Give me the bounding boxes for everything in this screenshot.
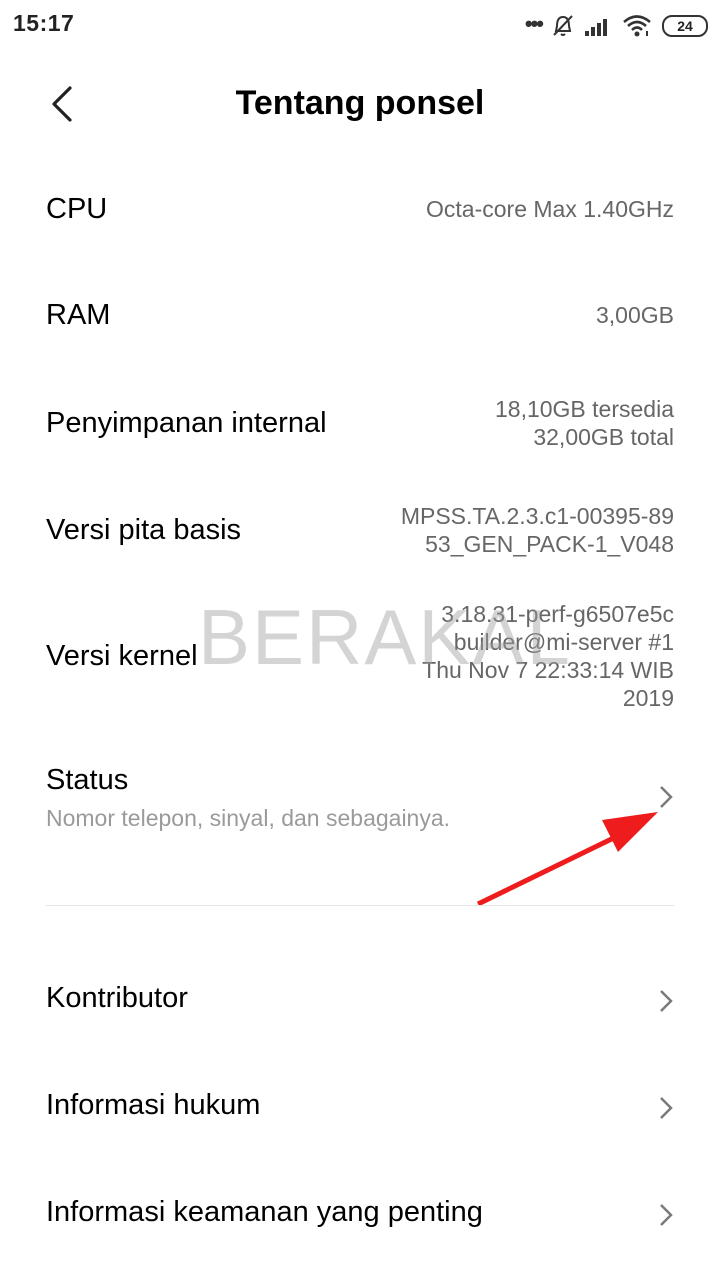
spec-label: Penyimpanan internal [46, 406, 327, 439]
nav-item-informasi-keamanan[interactable]: Informasi keamanan yang penting [46, 1196, 674, 1236]
spec-value-line: Thu Nov 7 22:33:14 WIB [422, 657, 674, 683]
chevron-right-icon [660, 990, 673, 1012]
spec-value-line: MPSS.TA.2.3.c1-00395-89 [400, 503, 674, 529]
status-time: 15:17 [13, 10, 75, 36]
spec-value: Octa-core Max 1.40GHz [426, 195, 674, 223]
chevron-right-icon [660, 1097, 673, 1119]
status-item[interactable]: Status Nomor telepon, sinyal, dan sebaga… [46, 764, 674, 844]
battery-icon: 24 [662, 15, 708, 37]
spec-row-storage: Penyimpanan internal 18,10GB tersedia 32… [46, 394, 674, 452]
spec-value-line: 18,10GB tersedia [494, 396, 674, 422]
page-title: Tentang ponsel [235, 84, 485, 122]
section-divider [46, 905, 674, 906]
spec-value-line: 3,00GB [596, 302, 674, 328]
chevron-right-icon [660, 786, 673, 808]
spec-value-line: 53_GEN_PACK-1_V048 [425, 531, 674, 557]
chevron-right-icon [660, 1204, 673, 1226]
nav-item-label: Informasi keamanan yang penting [46, 1196, 483, 1228]
spec-value-line: builder@mi-server #1 [453, 629, 674, 655]
spec-value-line: Octa-core Max 1.40GHz [426, 196, 674, 222]
spec-value: 18,10GB tersedia 32,00GB total [495, 395, 674, 451]
nav-item-informasi-hukum[interactable]: Informasi hukum [46, 1089, 674, 1129]
spec-row-ram: RAM 3,00GB [46, 286, 674, 344]
spec-value: MPSS.TA.2.3.c1-00395-89 53_GEN_PACK-1_V0… [401, 502, 674, 558]
status-bar: 15:17 ••• 24 [0, 0, 720, 52]
more-dots-icon: ••• [524, 11, 544, 36]
app-header: Tentang ponsel [0, 60, 720, 150]
spec-row-cpu: CPU Octa-core Max 1.40GHz [46, 180, 674, 238]
status-label: Status [46, 764, 129, 796]
spec-value-line: 2019 [622, 685, 674, 711]
battery-level: 24 [677, 18, 693, 34]
wifi-icon [623, 15, 651, 37]
spec-label: CPU [46, 192, 108, 225]
signal-icon [585, 19, 607, 36]
status-icons: ••• 24 [525, 12, 708, 40]
spec-value: 3.18.31-perf-g6507e5c builder@mi-server … [422, 600, 674, 712]
spec-value: 3,00GB [596, 301, 674, 329]
nav-item-label: Informasi hukum [46, 1089, 261, 1121]
spec-value-line: 3.18.31-perf-g6507e5c [441, 601, 674, 627]
nav-item-kontributor[interactable]: Kontributor [46, 982, 674, 1022]
spec-row-kernel: Versi kernel 3.18.31-perf-g6507e5c build… [46, 598, 674, 714]
spec-value-line: 32,00GB total [533, 424, 674, 450]
spec-label: Versi kernel [46, 639, 198, 672]
status-subtitle: Nomor telepon, sinyal, dan sebagainya. [46, 805, 451, 831]
bell-off-icon [553, 15, 573, 36]
spec-row-baseband: Versi pita basis MPSS.TA.2.3.c1-00395-89… [46, 501, 674, 559]
spec-label: Versi pita basis [46, 513, 242, 546]
nav-item-label: Kontributor [46, 982, 188, 1014]
spec-label: RAM [46, 298, 111, 331]
